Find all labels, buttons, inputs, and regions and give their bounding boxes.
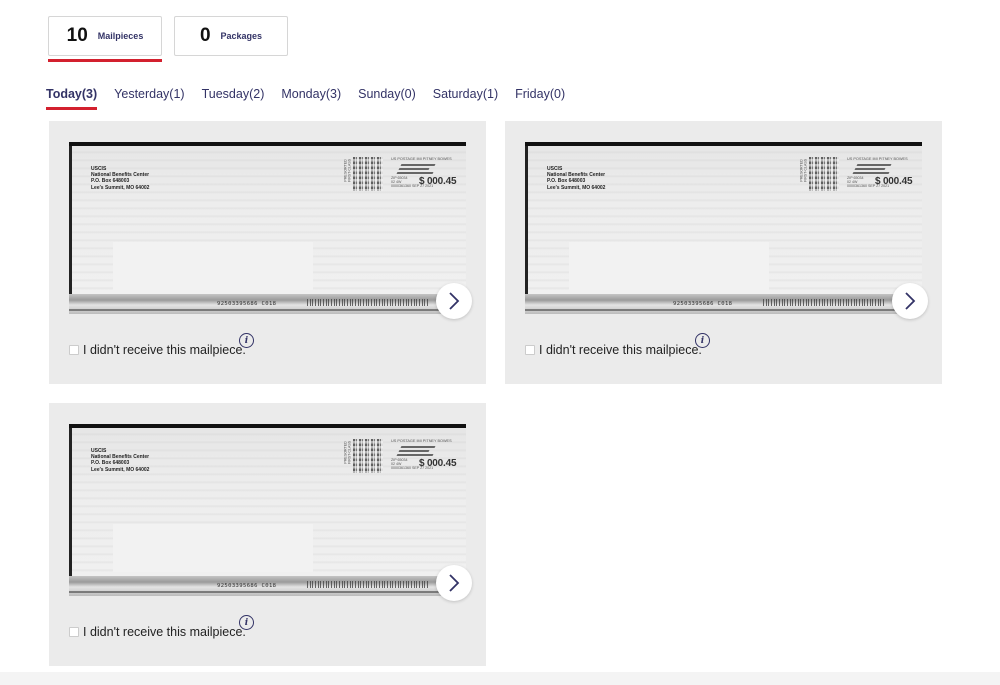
envelope-edge	[69, 309, 466, 311]
not-received-label[interactable]: I didn't receive this mailpiece.	[83, 343, 246, 357]
imb-text: 92503395686 C018	[217, 301, 277, 307]
postage-qr-code	[809, 157, 839, 191]
not-received-checkbox[interactable]	[69, 345, 79, 355]
mailpiece-image[interactable]: USCIS National Benefits Center P.O. Box …	[69, 142, 466, 314]
barcode	[307, 581, 429, 588]
day-tab-tuesday[interactable]: Tuesday(2)	[202, 87, 265, 101]
return-address: USCIS National Benefits Center P.O. Box …	[91, 166, 149, 191]
class-mark: PRESORTED FIRST-CLASS	[343, 158, 352, 182]
chevron-right-icon	[449, 574, 460, 592]
redacted-address	[113, 242, 313, 290]
not-received-row: I didn't receive this mailpiece.	[525, 343, 702, 357]
postage-header: US POSTAGE IMI PITNEY BOWES	[391, 439, 452, 443]
imb-text: 92503395686 C018	[673, 301, 733, 307]
mailpiece-image[interactable]: USCIS National Benefits Center P.O. Box …	[525, 142, 922, 314]
envelope-edge	[525, 309, 922, 311]
day-tab-yesterday[interactable]: Yesterday(1)	[114, 87, 184, 101]
return-address: USCIS National Benefits Center P.O. Box …	[91, 448, 149, 473]
not-received-checkbox[interactable]	[525, 345, 535, 355]
day-tab-friday[interactable]: Friday(0)	[515, 87, 565, 101]
return-address-line: Lee's Summit, MO 64002	[91, 184, 150, 191]
day-tabs: Today(3) Yesterday(1) Tuesday(2) Monday(…	[46, 87, 582, 110]
envelope-edge	[69, 591, 466, 593]
next-image-button[interactable]	[436, 283, 472, 319]
mailpiece-card: USCIS National Benefits Center P.O. Box …	[505, 121, 942, 384]
not-received-checkbox[interactable]	[69, 627, 79, 637]
day-tab-monday[interactable]: Monday(3)	[281, 87, 341, 101]
next-image-button[interactable]	[436, 565, 472, 601]
page-footer-strip	[0, 672, 1000, 685]
postage-qr-code	[353, 439, 383, 473]
not-received-label[interactable]: I didn't receive this mailpiece.	[83, 625, 246, 639]
mailpiece-card: USCIS National Benefits Center P.O. Box …	[49, 403, 486, 666]
day-tab-saturday[interactable]: Saturday(1)	[433, 87, 498, 101]
return-address-line: Lee's Summit, MO 64002	[91, 466, 150, 473]
not-received-row: I didn't receive this mailpiece.	[69, 343, 246, 357]
info-icon[interactable]: i	[695, 333, 710, 348]
not-received-label[interactable]: I didn't receive this mailpiece.	[539, 343, 702, 357]
meter-logo-icon	[852, 164, 897, 175]
postage-amount: $ 000.45	[419, 458, 457, 469]
return-address-line: Lee's Summit, MO 64002	[547, 184, 606, 191]
mailpiece-image[interactable]: USCIS National Benefits Center P.O. Box …	[69, 424, 466, 596]
postage-qr-code	[353, 157, 383, 191]
info-icon[interactable]: i	[239, 615, 254, 630]
return-address: USCIS National Benefits Center P.O. Box …	[547, 166, 605, 191]
meter-logo-icon	[396, 164, 441, 175]
postage-amount: $ 000.45	[875, 176, 913, 187]
mailpieces-label: Mailpieces	[97, 31, 144, 41]
tab-mailpieces[interactable]: 10 Mailpieces	[48, 16, 162, 56]
day-tab-today[interactable]: Today(3)	[46, 87, 98, 110]
redacted-address	[569, 242, 769, 290]
not-received-row: I didn't receive this mailpiece.	[69, 625, 246, 639]
packages-label: Packages	[220, 31, 263, 41]
imb-text: 92503395686 C018	[217, 583, 277, 589]
meter-logo-icon	[396, 446, 441, 457]
tab-packages[interactable]: 0 Packages	[174, 16, 288, 56]
postage-header: US POSTAGE IMI PITNEY BOWES	[391, 157, 452, 161]
chevron-right-icon	[905, 292, 916, 310]
day-tab-sunday[interactable]: Sunday(0)	[358, 87, 416, 101]
next-image-button[interactable]	[892, 283, 928, 319]
packages-count: 0	[199, 25, 211, 46]
info-icon[interactable]: i	[239, 333, 254, 348]
barcode	[307, 299, 429, 306]
mailpieces-count: 10	[66, 25, 88, 46]
active-tab-indicator	[48, 59, 162, 62]
chevron-right-icon	[449, 292, 460, 310]
postage-header: US POSTAGE IMI PITNEY BOWES	[847, 157, 908, 161]
class-mark: PRESORTED FIRST-CLASS	[343, 440, 352, 464]
mailpiece-card: USCIS National Benefits Center P.O. Box …	[49, 121, 486, 384]
redacted-address	[113, 524, 313, 572]
barcode	[763, 299, 885, 306]
class-mark: PRESORTED FIRST-CLASS	[799, 158, 808, 182]
postage-amount: $ 000.45	[419, 176, 457, 187]
